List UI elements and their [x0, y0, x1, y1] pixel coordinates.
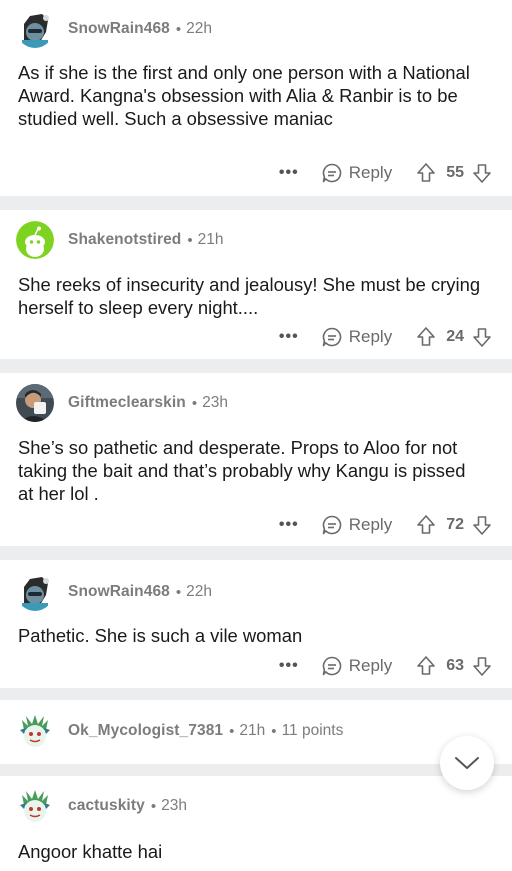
comment-time: 22h — [186, 20, 213, 37]
separator-dot: • — [150, 797, 157, 815]
upvote-icon[interactable] — [416, 162, 436, 184]
comment-header: Ok_Mycologist_7381 • 21h • 11 points — [16, 712, 344, 750]
comment-text: She reeks of insecurity and jealousy! Sh… — [18, 274, 481, 319]
more-options-icon[interactable]: ••• — [279, 657, 299, 675]
reply-label: Reply — [348, 656, 393, 675]
chevron-down-icon — [455, 757, 479, 769]
reply-label: Reply — [348, 515, 393, 534]
comment-text: Pathetic. She is such a vile woman — [18, 625, 303, 646]
comment-actions: ••• Reply 63 — [279, 652, 492, 680]
upvote-icon[interactable] — [416, 514, 436, 536]
reply-icon — [322, 656, 341, 676]
reply-button[interactable]: Reply — [321, 162, 392, 184]
reply-icon — [322, 163, 341, 183]
separator-dot: • — [175, 583, 182, 601]
separator-dot: • — [271, 722, 277, 740]
snoo-dark-avatar-icon[interactable] — [16, 10, 54, 48]
comment-card: cactuskity • 23h Angoor khatte hai — [0, 776, 512, 871]
upvote-icon[interactable] — [416, 326, 436, 348]
more-options-icon[interactable]: ••• — [279, 516, 299, 534]
comment-actions: ••• Reply 72 — [279, 511, 492, 539]
vote-controls: 55 — [416, 162, 492, 184]
comment-card: Shakenotstired • 21h She reeks of insecu… — [0, 210, 512, 359]
comment-time: 23h — [202, 394, 228, 411]
comment-text: She’s so pathetic and desperate. Props t… — [18, 437, 466, 505]
vote-controls: 63 — [416, 655, 492, 677]
username[interactable]: SnowRain468 — [68, 583, 170, 601]
comment-text: Angoor khatte hai — [18, 841, 163, 862]
reply-icon — [322, 327, 341, 347]
collapsed-comment-card[interactable]: Ok_Mycologist_7381 • 21h • 11 points — [0, 700, 512, 764]
comment-actions: ••• Reply 24 — [279, 323, 492, 351]
separator-dot: • — [229, 722, 235, 740]
separator-dot: • — [187, 231, 193, 249]
vote-count: 63 — [446, 657, 464, 674]
comment-header: Shakenotstired • 21h — [16, 221, 224, 259]
reply-label: Reply — [348, 327, 393, 346]
comment-actions: ••• Reply 55 — [279, 159, 492, 187]
reply-label: Reply — [348, 163, 393, 182]
vote-controls: 72 — [416, 514, 492, 536]
comment-header: SnowRain468 • 22h — [16, 10, 213, 48]
comment-points: 11 points — [281, 722, 344, 739]
photo-avatar-icon[interactable] — [16, 384, 54, 422]
reply-button[interactable]: Reply — [321, 514, 392, 536]
comment-card: SnowRain468 • 22h Pathetic. She is such … — [0, 560, 512, 688]
comment-text: As if she is the first and only one pers… — [18, 62, 470, 130]
comment-card: Giftmeclearskin • 23h She’s so pathetic … — [0, 373, 512, 546]
vote-count: 24 — [446, 328, 464, 345]
snoo-dark-avatar-icon[interactable] — [16, 573, 54, 611]
reply-button[interactable]: Reply — [321, 655, 392, 677]
comment-header: cactuskity • 23h — [16, 787, 187, 825]
username[interactable]: cactuskity — [68, 797, 145, 815]
comment-header: Giftmeclearskin • 23h — [16, 384, 228, 422]
comment-card: SnowRain468 • 22h As if she is the first… — [0, 0, 512, 196]
snoo-dragon-avatar-icon[interactable] — [16, 787, 54, 825]
separator-dot: • — [175, 20, 182, 38]
username[interactable]: Ok_Mycologist_7381 — [68, 722, 223, 740]
downvote-icon[interactable] — [472, 326, 492, 348]
downvote-icon[interactable] — [472, 514, 492, 536]
comment-time: 22h — [186, 583, 213, 600]
reply-button[interactable]: Reply — [321, 326, 392, 348]
username[interactable]: Shakenotstired — [68, 231, 181, 249]
username[interactable]: SnowRain468 — [68, 20, 170, 38]
separator-dot: • — [191, 394, 198, 412]
comment-header: SnowRain468 • 22h — [16, 573, 213, 611]
more-options-icon[interactable]: ••• — [279, 328, 299, 346]
snoo-dragon-avatar-icon[interactable] — [16, 712, 54, 750]
upvote-icon[interactable] — [416, 655, 436, 677]
comment-time: 21h — [239, 722, 266, 739]
snoo-green-avatar-icon[interactable] — [16, 221, 54, 259]
more-options-icon[interactable]: ••• — [279, 164, 299, 182]
vote-count: 72 — [446, 516, 464, 533]
vote-controls: 24 — [416, 326, 492, 348]
scroll-to-next-button[interactable] — [440, 736, 494, 790]
reply-icon — [322, 515, 341, 535]
downvote-icon[interactable] — [472, 162, 492, 184]
username[interactable]: Giftmeclearskin — [68, 394, 186, 412]
vote-count: 55 — [446, 164, 464, 181]
comment-time: 21h — [197, 231, 224, 248]
downvote-icon[interactable] — [472, 655, 492, 677]
comment-time: 23h — [161, 797, 187, 814]
